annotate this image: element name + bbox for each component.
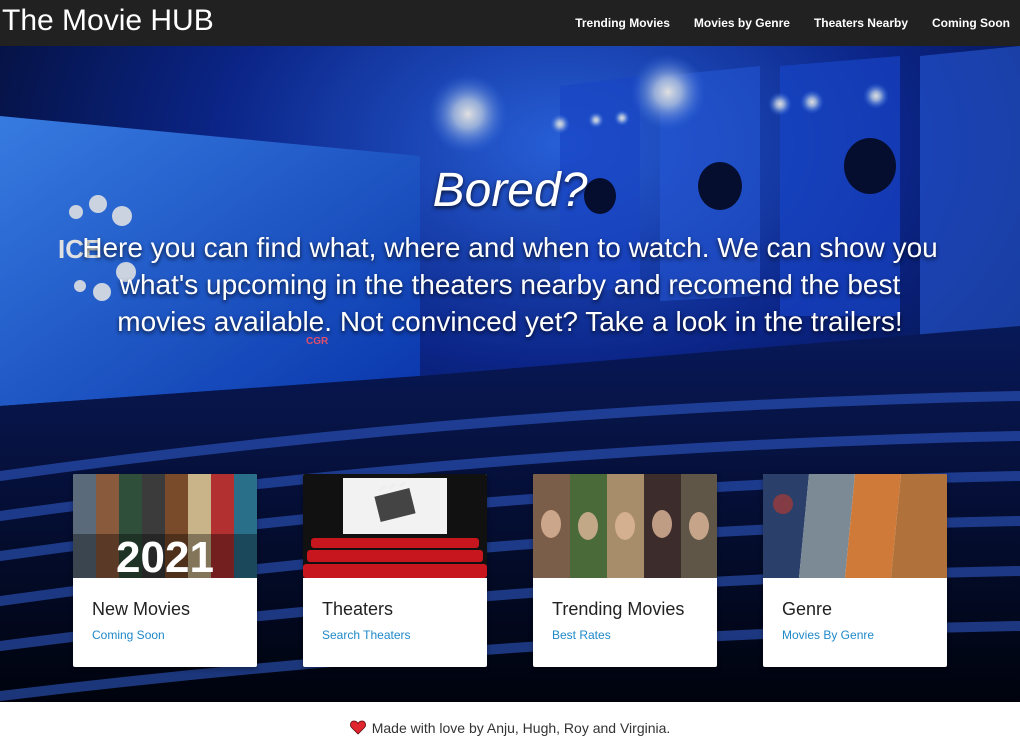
nav-link-theaters-nearby[interactable]: Theaters Nearby bbox=[814, 16, 908, 30]
hero-section: ICE CGR Bored? Here you can find what, w… bbox=[0, 46, 1020, 702]
footer: Made with love by Anju, Hugh, Roy and Vi… bbox=[0, 702, 1020, 753]
search-theaters-link[interactable]: Search Theaters bbox=[322, 628, 411, 642]
card-new-movies[interactable]: 2021 New Movies Coming Soon bbox=[73, 474, 257, 667]
card-theaters[interactable]: Theaters Search Theaters bbox=[303, 474, 487, 667]
new-movies-image: 2021 bbox=[73, 474, 257, 578]
card-genre[interactable]: Genre Movies By Genre bbox=[763, 474, 947, 667]
nav-links: Trending Movies Movies by Genre Theaters… bbox=[551, 16, 1020, 30]
brand-title[interactable]: The Movie HUB bbox=[0, 1, 214, 41]
best-rates-link[interactable]: Best Rates bbox=[552, 628, 611, 642]
genre-image bbox=[763, 474, 947, 578]
card-trending-movies[interactable]: Trending Movies Best Rates bbox=[533, 474, 717, 667]
card-title: Trending Movies bbox=[552, 599, 685, 619]
hero-title: Bored? bbox=[432, 164, 588, 217]
new-movies-image-text: 2021 bbox=[116, 533, 214, 578]
nav-link-trending-movies[interactable]: Trending Movies bbox=[575, 16, 670, 30]
nav-link-movies-by-genre[interactable]: Movies by Genre bbox=[694, 16, 790, 30]
movies-by-genre-link[interactable]: Movies By Genre bbox=[782, 628, 874, 642]
heart-icon bbox=[349, 720, 366, 735]
card-title: Theaters bbox=[322, 599, 394, 619]
trending-movies-image bbox=[533, 474, 717, 578]
card-title: New Movies bbox=[92, 599, 191, 619]
footer-text: Made with love by Anju, Hugh, Roy and Vi… bbox=[371, 719, 671, 736]
theaters-image bbox=[303, 474, 487, 578]
coming-soon-link[interactable]: Coming Soon bbox=[92, 628, 165, 642]
nav-link-coming-soon[interactable]: Coming Soon bbox=[932, 16, 1010, 30]
hero-subtitle: Here you can find what, where and when t… bbox=[82, 232, 938, 337]
card-title: Genre bbox=[782, 599, 833, 619]
hero-text: Bored? Here you can find what, where and… bbox=[80, 161, 940, 340]
navbar: The Movie HUB Trending Movies Movies by … bbox=[0, 0, 1020, 46]
